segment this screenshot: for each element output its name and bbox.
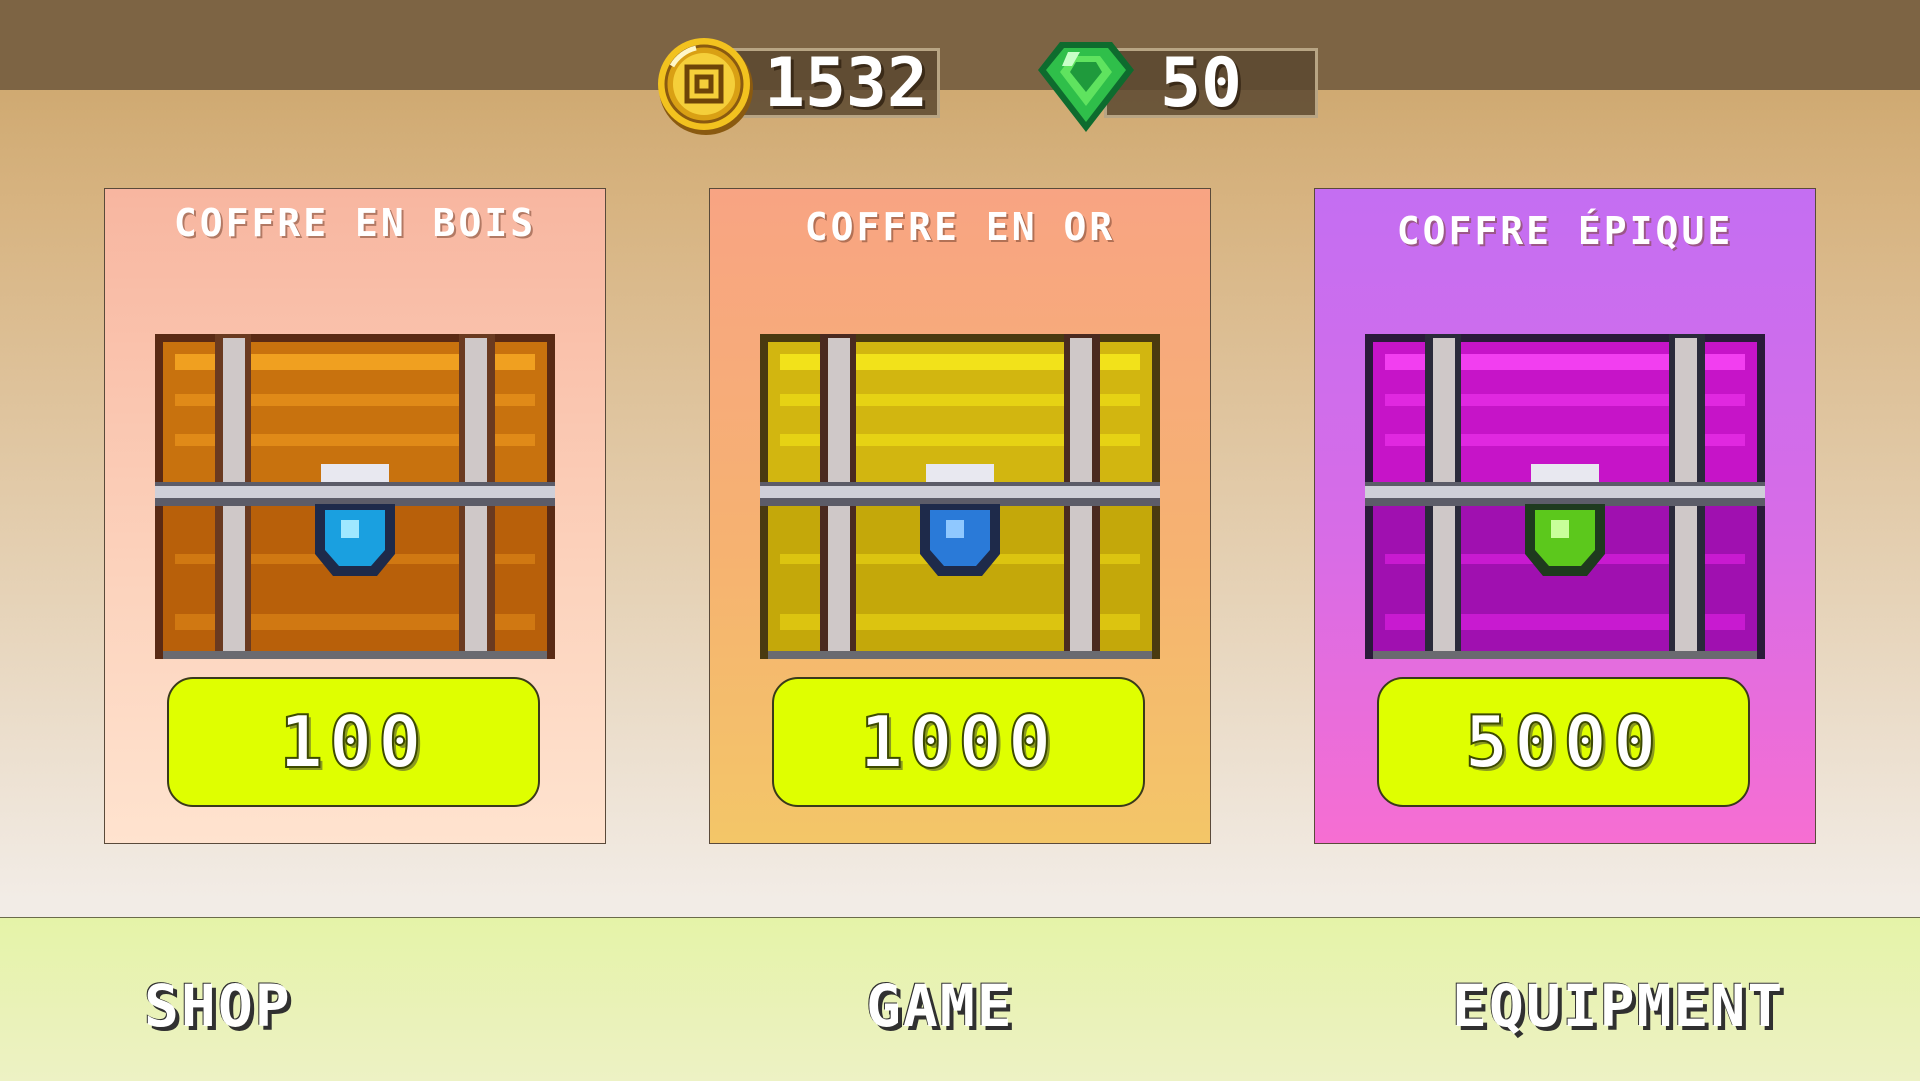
gem-counter: 50 [1034, 36, 1318, 132]
coin-counter: 1532 [656, 36, 940, 135]
wooden-chest-icon [155, 334, 555, 659]
top-bar [0, 0, 1920, 90]
emerald-gem-icon [1038, 42, 1134, 132]
chest-title: COFFRE EN BOIS [173, 201, 537, 245]
gold-chest-icon [760, 334, 1160, 659]
coin-value: 1532 [764, 44, 928, 123]
chest-card-epic: COFFRE ÉPIQUE 5000 [1314, 188, 1816, 844]
gem-value: 50 [1160, 44, 1242, 123]
buy-wooden-chest-button[interactable]: 100 [167, 677, 540, 807]
chest-card-gold: COFFRE EN OR 1000 [709, 188, 1211, 844]
epic-chest-icon [1365, 334, 1765, 659]
buy-gold-chest-button[interactable]: 1000 [772, 677, 1145, 807]
price-label: 100 [278, 699, 428, 785]
buy-epic-chest-button[interactable]: 5000 [1377, 677, 1750, 807]
chest-card-wood: COFFRE EN BOIS 100 [104, 188, 606, 844]
nav-equipment[interactable]: EQUIPMENT [1452, 972, 1784, 1040]
chest-title: COFFRE ÉPIQUE [1396, 209, 1734, 253]
gold-coin-icon [658, 38, 753, 135]
price-label: 5000 [1464, 699, 1663, 785]
nav-shop[interactable]: SHOP [144, 972, 292, 1040]
price-label: 1000 [859, 699, 1058, 785]
bottom-nav: SHOP GAME EQUIPMENT [0, 917, 1920, 1081]
chest-title: COFFRE EN OR [804, 205, 1116, 249]
nav-game[interactable]: GAME [866, 972, 1014, 1040]
